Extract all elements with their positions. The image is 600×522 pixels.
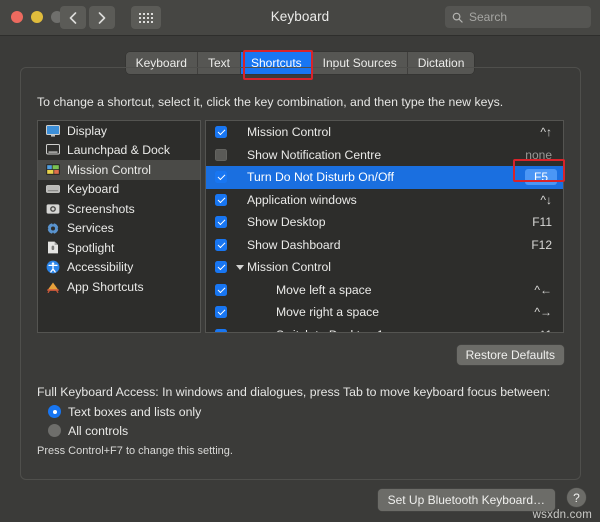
checkbox-checked-icon[interactable] (215, 261, 227, 274)
shortcut-label: Turn Do Not Disturb On/Off (247, 170, 394, 185)
shortcut-label: Switch to Desktop 1 (236, 328, 540, 332)
shortcut-checkbox-cell[interactable] (206, 283, 236, 296)
window-titlebar: Keyboard Search (0, 0, 600, 36)
shortcut-label: Show Desktop (247, 215, 326, 230)
shortcut-checkbox-cell[interactable] (206, 193, 236, 206)
checkbox-checked-icon[interactable] (215, 328, 227, 332)
sidebar-item-keyboard[interactable]: Keyboard (38, 180, 200, 200)
spotlight-document-icon (45, 241, 60, 255)
shortcut-label: Move left a space (276, 282, 372, 297)
checkbox-checked-icon[interactable] (215, 193, 227, 206)
shortcut-checkbox-cell[interactable] (206, 328, 236, 332)
control-f7-note: Press Control+F7 to change this setting. (37, 445, 233, 457)
sidebar-item-services[interactable]: Services (38, 219, 200, 239)
services-gear-icon (45, 221, 60, 235)
shortcut-label: Mission Control (247, 125, 331, 140)
shortcut-key[interactable]: none (525, 148, 563, 162)
keyboard-icon (45, 182, 60, 196)
sidebar-item-mission-control[interactable]: Mission Control (38, 160, 200, 180)
sidebar-item-screenshots[interactable]: Screenshots (38, 199, 200, 219)
table-row[interactable]: Application windows ^↓ (206, 189, 563, 212)
accessibility-icon (45, 260, 60, 274)
shortcut-checkbox-cell[interactable] (206, 306, 236, 319)
shortcut-key[interactable]: ^↓ (540, 193, 563, 207)
checkbox-unchecked-icon[interactable] (215, 148, 227, 161)
instruction-text: To change a shortcut, select it, click t… (37, 95, 504, 109)
table-row[interactable]: Mission Control ^↑ (206, 121, 563, 144)
sidebar-item-spotlight[interactable]: Spotlight (38, 238, 200, 258)
table-row[interactable]: Move left a space ^← (206, 279, 563, 302)
shortcut-list[interactable]: Mission Control ^↑ Show Notification Cen… (205, 120, 564, 333)
shortcut-label: Show Dashboard (247, 237, 341, 252)
app-shortcuts-icon (45, 280, 60, 294)
sidebar-item-launchpad-dock[interactable]: Launchpad & Dock (38, 141, 200, 161)
table-row[interactable]: Move right a space ^→ (206, 301, 563, 324)
disclosure-triangle-icon[interactable] (236, 264, 244, 270)
shortcut-checkbox-cell[interactable] (206, 261, 236, 274)
help-button[interactable]: ? (567, 488, 586, 507)
sidebar-item-display[interactable]: Display (38, 121, 200, 141)
search-placeholder: Search (469, 10, 508, 24)
launchpad-dock-icon (45, 143, 60, 157)
search-field[interactable]: Search (445, 6, 591, 28)
shortcut-checkbox-cell[interactable] (206, 216, 236, 229)
radio-selected-icon[interactable] (48, 405, 61, 418)
shortcut-key[interactable]: F12 (531, 238, 563, 252)
checkbox-checked-icon[interactable] (215, 238, 227, 251)
sidebar-item-label: Services (67, 221, 114, 236)
shortcut-label: Show Notification Centre (247, 147, 382, 162)
sidebar-item-label: Mission Control (67, 162, 151, 177)
shortcut-key[interactable]: ^→ (534, 305, 563, 319)
shortcut-group-text: Mission Control (247, 260, 331, 275)
table-row-group[interactable]: Mission Control (206, 256, 563, 279)
table-row[interactable]: Switch to Desktop 1 ^1 (206, 324, 563, 332)
shortcut-checkbox-cell[interactable] (206, 148, 236, 161)
radio-label: All controls (68, 423, 129, 438)
search-icon (452, 12, 463, 23)
table-row-selected[interactable]: Turn Do Not Disturb On/Off F5 (206, 166, 563, 189)
sidebar-item-label: Display (67, 123, 107, 138)
checkbox-checked-icon[interactable] (215, 283, 227, 296)
radio-unselected-icon[interactable] (48, 424, 61, 437)
sidebar-item-label: Keyboard (67, 182, 120, 197)
table-row[interactable]: Show Notification Centre none (206, 144, 563, 167)
mission-control-icon (45, 163, 60, 177)
shortcut-key[interactable]: ^1 (540, 328, 563, 332)
shortcut-category-list[interactable]: Display Launchpad & Dock Mission Control… (37, 120, 201, 333)
sidebar-item-label: Accessibility (67, 260, 134, 275)
shortcut-key[interactable]: ^↑ (540, 125, 563, 139)
screenshots-icon (45, 202, 60, 216)
radio-text-boxes-and-lists-only[interactable]: Text boxes and lists only (48, 402, 201, 421)
checkbox-checked-icon[interactable] (215, 126, 227, 139)
watermark: wsxdn.com (532, 509, 592, 521)
shortcut-key[interactable]: ^← (534, 283, 563, 297)
sidebar-item-label: App Shortcuts (67, 279, 144, 294)
shortcut-key-editable[interactable]: F5 (524, 169, 557, 186)
keyboard-preferences-window: Keyboard Search Keyboard Text Shortcuts … (0, 0, 600, 522)
table-row[interactable]: Show Dashboard F12 (206, 234, 563, 257)
shortcut-label: Move right a space (276, 305, 379, 320)
sidebar-item-label: Screenshots (67, 201, 135, 216)
sidebar-item-label: Launchpad & Dock (67, 143, 170, 158)
checkbox-checked-icon[interactable] (215, 216, 227, 229)
shortcut-checkbox-cell[interactable] (206, 238, 236, 251)
shortcut-group-label: Mission Control (236, 260, 552, 274)
radio-all-controls[interactable]: All controls (48, 421, 201, 440)
sidebar-item-label: Spotlight (67, 240, 115, 255)
full-keyboard-access-label: Full Keyboard Access: In windows and dia… (37, 385, 551, 399)
display-icon (45, 124, 60, 138)
sidebar-item-accessibility[interactable]: Accessibility (38, 258, 200, 278)
sidebar-item-app-shortcuts[interactable]: App Shortcuts (38, 277, 200, 297)
shortcut-key[interactable]: F11 (532, 215, 563, 229)
shortcut-label: Application windows (247, 192, 357, 207)
checkbox-checked-icon[interactable] (215, 171, 227, 184)
shortcut-checkbox-cell[interactable] (206, 171, 236, 184)
restore-defaults-button[interactable]: Restore Defaults (456, 345, 564, 365)
full-keyboard-access-options: Text boxes and lists only All controls (48, 402, 201, 440)
set-up-bluetooth-keyboard-button[interactable]: Set Up Bluetooth Keyboard… (377, 489, 555, 511)
radio-label: Text boxes and lists only (68, 404, 202, 419)
table-row[interactable]: Show Desktop F11 (206, 211, 563, 234)
checkbox-checked-icon[interactable] (215, 306, 227, 319)
shortcut-checkbox-cell[interactable] (206, 126, 236, 139)
